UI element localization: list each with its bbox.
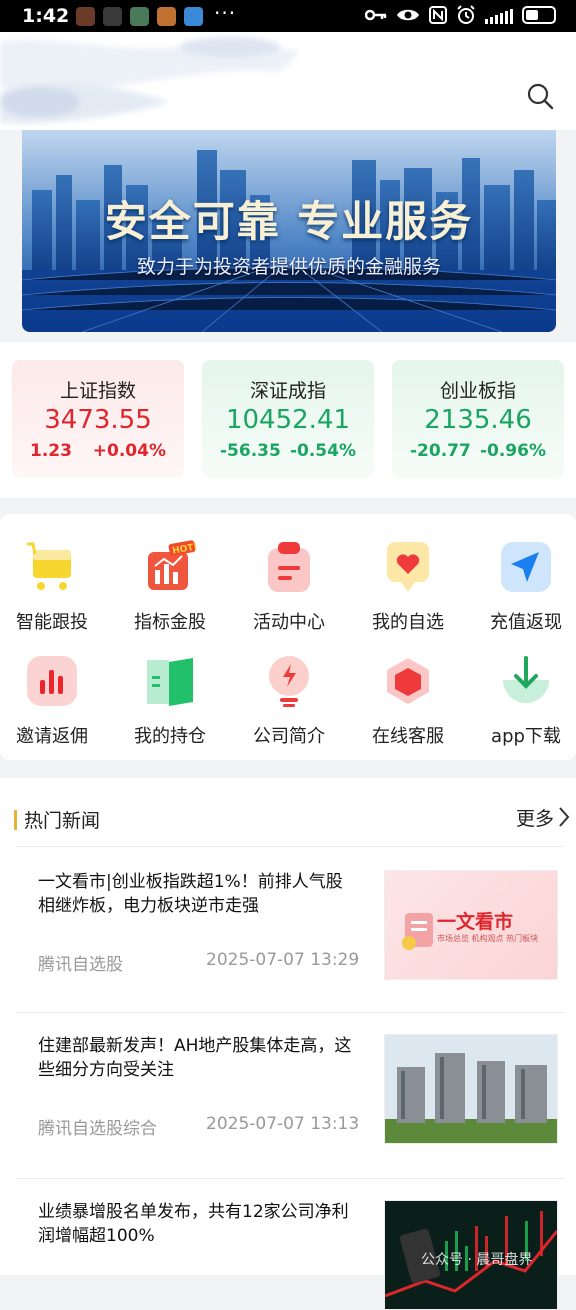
nfc-icon: [429, 6, 447, 24]
app-header: [0, 32, 576, 130]
clipboard-icon: [268, 542, 310, 592]
menu-item-activity-center[interactable]: 活动中心: [230, 540, 348, 634]
hot-chart-icon: HOT!: [148, 540, 198, 590]
menu-item-my-positions[interactable]: 我的持仓: [111, 654, 229, 748]
news-item[interactable]: 住建部最新发声！AH地产股集体走高，这些细分方向受关注 腾讯自选股综合 2025…: [0, 1012, 576, 1178]
heart-icon: [387, 542, 429, 592]
bar-chart-icon: [27, 656, 77, 706]
buildings-image: [385, 1035, 557, 1143]
index-name: 上证指数: [59, 380, 136, 402]
news-item[interactable]: 一文看市|创业板指跌超1%！前排人气股相继炸板，电力板块逆市走强 腾讯自选股 2…: [0, 846, 576, 1012]
index-change: -56.35: [220, 441, 281, 461]
key-icon: [365, 9, 387, 21]
app-notification-icon: [103, 7, 122, 26]
index-name: 创业板指: [439, 380, 516, 402]
status-time: 1:42: [22, 5, 70, 27]
hexagon-icon: [387, 658, 429, 704]
menu-item-online-support[interactable]: 在线客服: [349, 654, 467, 748]
menu-item-app-download[interactable]: app下载: [467, 654, 576, 748]
document-icon: [402, 913, 433, 950]
news-item[interactable]: 业绩暴增股名单发布，共有12家公司净利润增幅超100% 公众号 · 晨哥盘界: [0, 1178, 576, 1310]
book-icon: [147, 658, 193, 706]
index-value: 3473.55: [44, 405, 152, 435]
menu-label: 智能跟投: [16, 612, 88, 633]
menu-label: app下载: [491, 726, 561, 747]
thumbnail-subtitle: 市场总览 机构观点 热门板块: [437, 934, 539, 943]
alarm-icon: [457, 5, 475, 24]
send-icon: [501, 542, 551, 592]
menu-item-company-profile[interactable]: 公司简介: [230, 654, 348, 748]
news-source: 腾讯自选股综合: [38, 1119, 157, 1139]
index-percent: +0.04%: [92, 441, 166, 461]
banner-title: 安全可靠 专业服务: [104, 197, 474, 246]
index-name: 深证成指: [249, 380, 326, 402]
redacted-logo-scribble: [0, 37, 300, 124]
menu-item-smart-follow[interactable]: 智能跟投: [0, 540, 111, 634]
eye-icon: [397, 9, 419, 21]
search-icon[interactable]: [526, 82, 554, 110]
banner-subtitle: 致力于为投资者提供优质的金融服务: [136, 256, 441, 278]
news-thumbnail: 一文看市 市场总览 机构观点 热门板块: [384, 870, 558, 980]
battery-icon: [522, 6, 556, 24]
menu-label: 我的自选: [372, 612, 444, 633]
index-value: 10452.41: [225, 405, 351, 435]
market-indices: 上证指数 3473.55 1.23 +0.04% 深证成指 10452.41 -5…: [0, 342, 576, 498]
status-bar: 1:42 ···: [0, 0, 576, 32]
cart-icon: [27, 542, 71, 590]
index-change: -20.77: [410, 441, 471, 461]
menu-item-indicator-stocks[interactable]: HOT! 指标金股: [111, 540, 229, 634]
news-title: 业绩暴增股名单发布，共有12家公司净利润增幅超100%: [38, 1202, 349, 1246]
more-notifications-icon: ···: [214, 1, 237, 25]
download-icon: [503, 656, 549, 703]
thumbnail-title: 一文看市: [437, 911, 514, 933]
menu-label: 活动中心: [253, 612, 325, 633]
index-card-sh[interactable]: 上证指数 3473.55 1.23 +0.04%: [12, 360, 184, 478]
more-news-link[interactable]: 更多: [516, 804, 554, 831]
news-thumbnail: 公众号 · 晨哥盘界: [384, 1200, 558, 1310]
menu-label: 指标金股: [134, 612, 206, 633]
menu-label: 在线客服: [372, 726, 444, 747]
news-source: 腾讯自选股: [38, 955, 123, 975]
menu-item-invite-rebate[interactable]: 邀请返佣: [0, 654, 111, 748]
app-notification-icon: [76, 7, 95, 26]
section-accent-bar: [14, 810, 17, 830]
index-percent: -0.54%: [289, 441, 356, 461]
watermark-text: 公众号 · 晨哥盘界: [421, 1252, 533, 1268]
news-time: 2025-07-07 13:13: [206, 1114, 360, 1134]
news-title: 一文看市|创业板指跌超1%！前排人气股相继炸板，电力板块逆市走强: [38, 872, 343, 916]
notification-app-icons: [76, 7, 203, 26]
hot-news-section: 热门新闻 更多 一文看市|创业板指跌超1%！前排人气股相继炸板，电力板块逆市走强…: [0, 778, 576, 1310]
app-notification-icon: [157, 7, 176, 26]
news-thumbnail: [384, 1034, 558, 1144]
index-card-cyb[interactable]: 创业板指 2135.46 -20.77 -0.96%: [392, 360, 564, 478]
index-percent: -0.96%: [479, 441, 546, 461]
news-heading: 热门新闻: [24, 810, 101, 832]
menu-item-my-watchlist[interactable]: 我的自选: [349, 540, 467, 634]
news-title: 住建部最新发声！AH地产股集体走高，这些细分方向受关注: [38, 1036, 352, 1080]
signal-icon: [485, 6, 513, 24]
index-value: 2135.46: [424, 405, 532, 435]
index-card-sz[interactable]: 深证成指 10452.41 -56.35 -0.54%: [202, 360, 374, 478]
menu-label: 充值返现: [490, 612, 562, 633]
menu-item-recharge-cashback[interactable]: 充值返现: [467, 540, 576, 634]
promo-banner[interactable]: 安全可靠 专业服务 致力于为投资者提供优质的金融服务: [22, 130, 556, 332]
menu-label: 公司简介: [253, 726, 325, 747]
menu-label: 邀请返佣: [16, 726, 88, 747]
menu-label: 我的持仓: [134, 726, 206, 747]
news-time: 2025-07-07 13:29: [206, 950, 360, 970]
chevron-right-icon[interactable]: [558, 806, 570, 828]
bulb-icon: [269, 656, 309, 707]
app-notification-icon: [130, 7, 149, 26]
quick-menu-grid: 智能跟投 HOT! 指标金股 活动中心 我的自选 充值返现 邀请返佣 我的持仓 …: [0, 514, 576, 760]
app-notification-icon: [184, 7, 203, 26]
index-change: 1.23: [30, 441, 72, 461]
